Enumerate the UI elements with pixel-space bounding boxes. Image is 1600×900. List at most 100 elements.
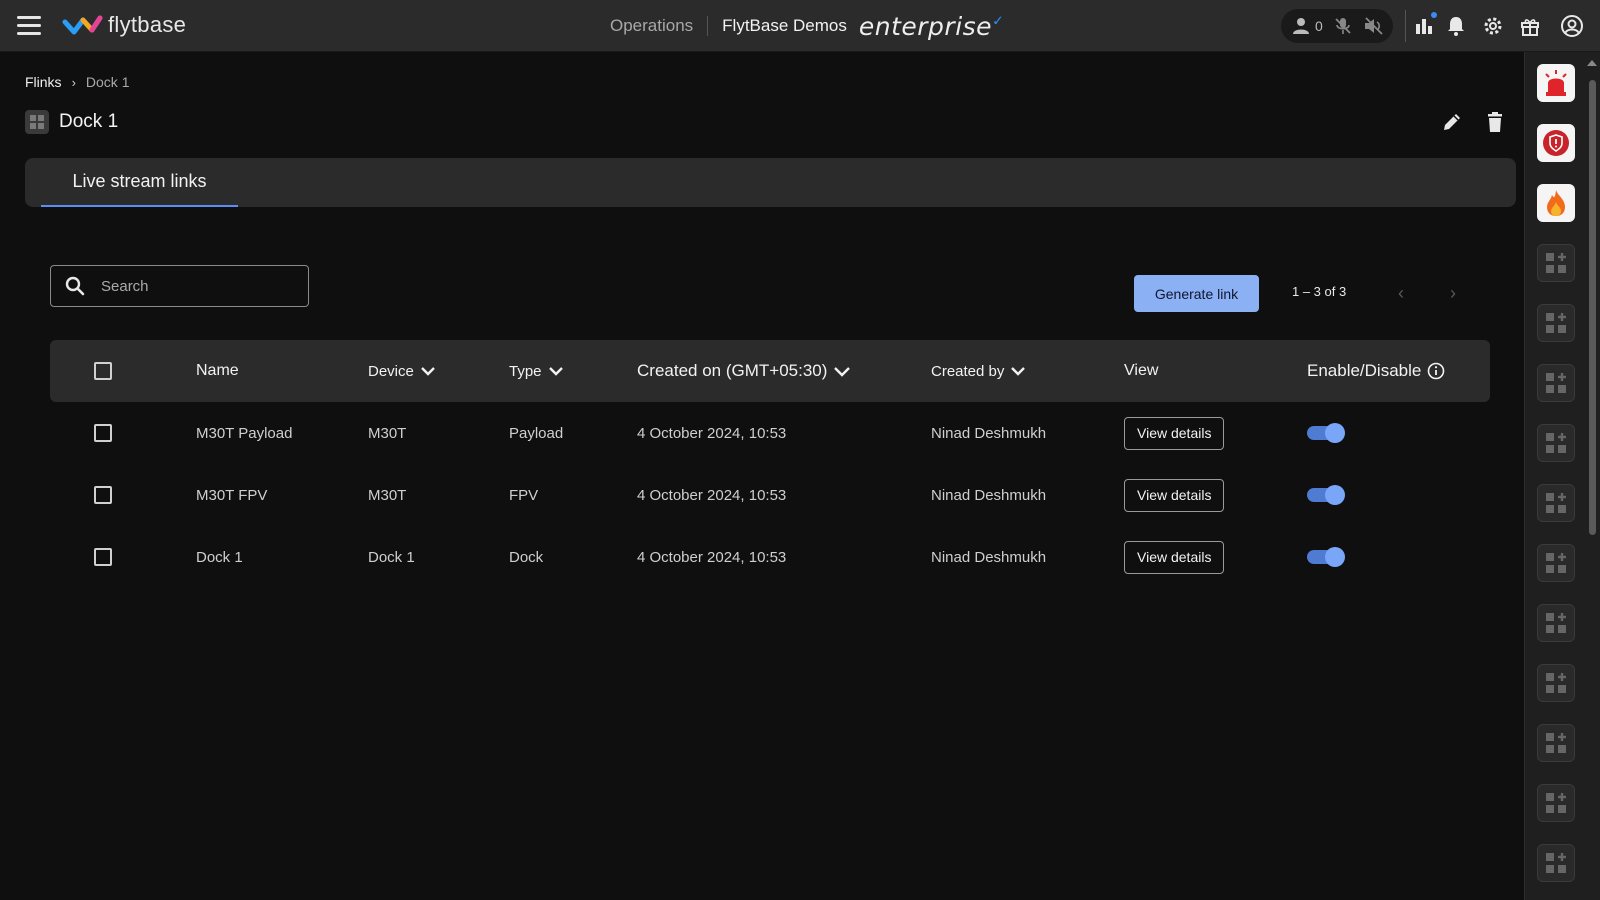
select-all-checkbox[interactable] [94,362,112,380]
widget-add-icon[interactable] [1537,784,1575,822]
cell-name: Dock 1 [196,548,243,566]
fire-icon[interactable] [1537,184,1575,222]
cell-device: M30T [368,424,407,442]
cell-device: Dock 1 [368,548,415,566]
widget-add-icon[interactable] [1537,304,1575,342]
widget-add-icon[interactable] [1537,484,1575,522]
chevron-down-icon [834,367,851,377]
audio-presence-pill: 0 [1281,9,1393,43]
search-box [50,265,309,307]
column-created-by[interactable]: Created by [931,340,1026,402]
user-count: 0 [1315,18,1323,34]
cell-name: M30T FPV [196,486,268,504]
bell-icon[interactable] [1444,14,1468,38]
cell-type: Dock [509,548,544,566]
cell-name: M30T Payload [196,424,293,442]
org-name[interactable]: FlytBase Demos [708,16,847,36]
column-name[interactable]: Name [196,340,239,402]
chevron-down-icon [1011,367,1026,376]
speaker-muted-icon[interactable] [1363,16,1385,36]
notification-dot [1431,12,1437,18]
brand-logo[interactable]: flytbase [62,12,186,38]
view-details-button[interactable]: View details [1124,540,1225,574]
widget-add-icon[interactable] [1537,544,1575,582]
chevron-down-icon [548,367,563,376]
chevron-down-icon [421,367,435,376]
widget-add-icon[interactable] [1537,844,1575,882]
row-checkbox[interactable] [94,486,112,504]
widget-add-icon[interactable] [1537,424,1575,462]
cell-created-on: 4 October 2024, 10:53 [637,548,787,566]
cell-created-by: Ninad Deshmukh [931,548,1047,566]
user-icon: 0 [1291,16,1323,36]
table-row[interactable]: M30T Payload M30T Payload 4 October 2024… [50,402,1490,464]
enable-toggle[interactable] [1307,547,1345,567]
cell-created-by: Ninad Deshmukh [931,424,1047,442]
scrollbar-thumb[interactable] [1589,80,1596,535]
tab-live-stream-links[interactable]: Live stream links [41,158,238,207]
widget-add-icon[interactable] [1537,724,1575,762]
pagination-range: 1 – 3 of 3 [1292,284,1347,299]
tab-bar: Live stream links [25,158,1516,207]
column-type-label: Type [509,362,542,380]
account-icon[interactable] [1560,14,1584,38]
row-checkbox[interactable] [94,548,112,566]
right-sidebar [1524,52,1600,900]
info-icon[interactable] [1427,362,1445,380]
gift-icon[interactable] [1518,14,1542,38]
widget-add-icon[interactable] [1537,244,1575,282]
cell-device: M30T [368,486,407,504]
operations-link[interactable]: Operations [610,16,709,36]
main-content: Flinks › Dock 1 Dock 1 Live stream links… [0,52,1524,900]
column-created-on[interactable]: Created on (GMT+05:30) [637,340,851,402]
chevron-right-icon[interactable]: › [1450,284,1468,302]
enable-toggle[interactable] [1307,485,1345,505]
widget-add-icon[interactable] [1537,364,1575,402]
delete-icon[interactable] [1483,110,1507,134]
column-device-label: Device [368,362,414,380]
column-created-on-label: Created on (GMT+05:30) [637,361,828,380]
widget-add-icon[interactable] [1537,664,1575,702]
view-details-button[interactable]: View details [1124,478,1225,512]
column-type[interactable]: Type [509,340,564,402]
cell-type: FPV [509,486,539,504]
search-icon [65,276,85,296]
edition-text: enterprise [858,11,993,41]
alarm-siren-icon[interactable] [1537,64,1575,102]
flytbase-logo-icon [62,15,103,35]
edition-label: enterprise✓ [858,11,1005,41]
scroll-up-arrow-icon[interactable] [1587,60,1597,66]
search-input[interactable] [101,277,281,295]
menu-icon[interactable] [17,16,41,36]
device-icon [25,110,49,134]
column-device[interactable]: Device [368,340,436,402]
widget-add-icon[interactable] [1537,604,1575,642]
edit-icon[interactable] [1440,110,1464,134]
generate-link-button[interactable]: Generate link [1134,275,1259,312]
cell-created-by: Ninad Deshmukh [931,486,1047,504]
breadcrumb-current: Dock 1 [85,74,130,90]
cell-created-on: 4 October 2024, 10:53 [637,486,787,504]
enable-toggle[interactable] [1307,423,1345,443]
analytics-icon[interactable] [1413,12,1437,38]
links-table: Name Device Type Created on (GMT+05:30) … [50,340,1490,588]
table-row[interactable]: M30T FPV M30T FPV 4 October 2024, 10:53 … [50,464,1490,526]
row-checkbox[interactable] [94,424,112,442]
cell-created-on: 4 October 2024, 10:53 [637,424,787,442]
mic-muted-icon[interactable] [1333,16,1353,36]
breadcrumb: Flinks › Dock 1 [25,74,129,90]
breadcrumb-flinks[interactable]: Flinks [25,74,62,90]
title-row: Dock 1 [25,110,118,134]
brand-name: flytbase [108,12,187,37]
page-title: Dock 1 [59,111,119,132]
column-enable: Enable/Disable [1307,340,1445,402]
column-created-by-label: Created by [931,362,1005,380]
view-details-button[interactable]: View details [1124,416,1225,450]
table-row[interactable]: Dock 1 Dock 1 Dock 4 October 2024, 10:53… [50,526,1490,588]
column-view: View [1124,362,1159,379]
column-enable-label: Enable/Disable [1307,361,1422,380]
chevron-left-icon[interactable]: ‹ [1398,284,1416,302]
shield-alert-icon[interactable] [1537,124,1575,162]
settings-icon[interactable] [1481,14,1505,38]
top-bar: flytbase Operations FlytBase Demos enter… [0,0,1600,52]
